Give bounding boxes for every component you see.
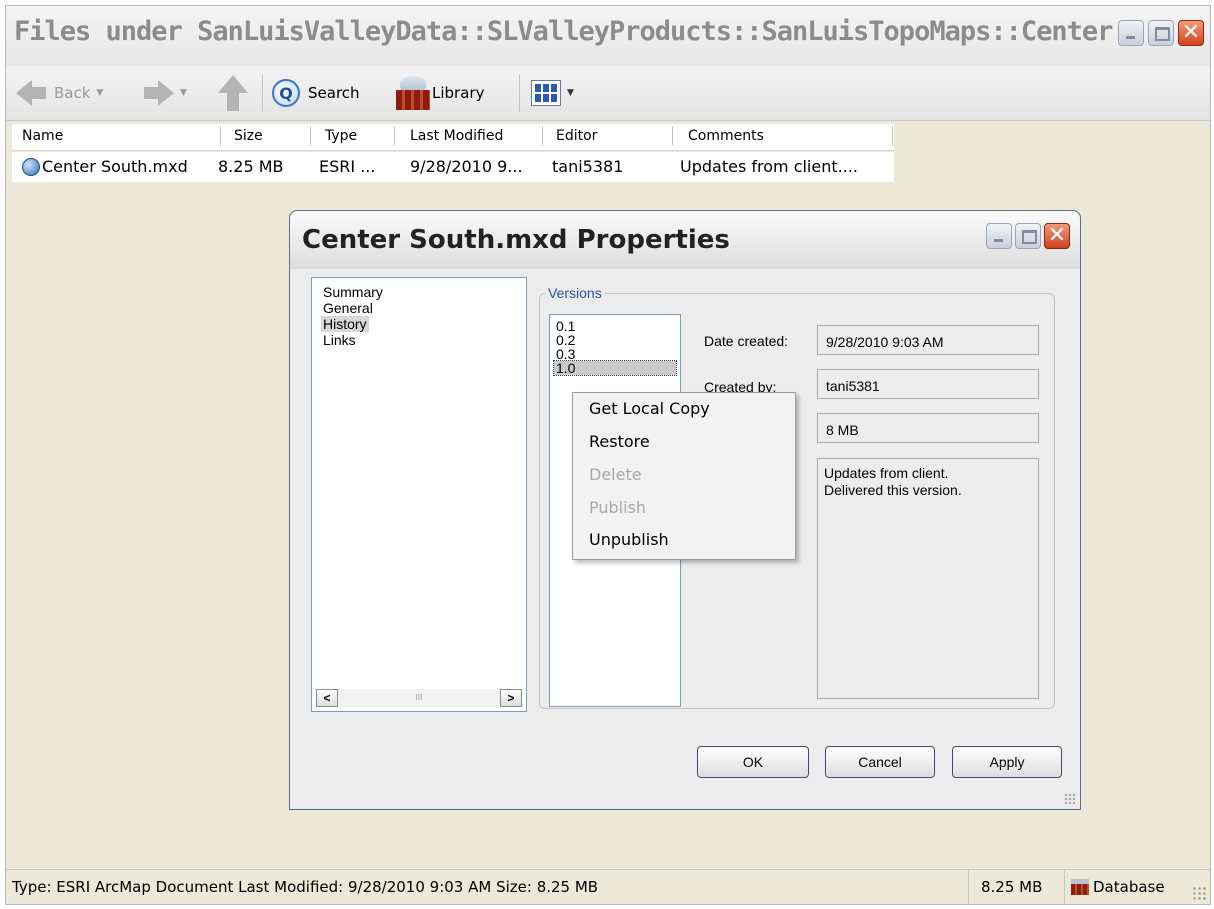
- dialog-close-button[interactable]: ✕: [1044, 223, 1070, 249]
- column-divider[interactable]: [310, 126, 311, 146]
- date-created-label: Date created:: [704, 333, 789, 349]
- forward-arrow-icon: [158, 80, 174, 106]
- dialog-title: Center South.mxd Properties: [302, 225, 730, 255]
- column-header-size[interactable]: Size: [234, 128, 263, 144]
- column-header-comments[interactable]: Comments: [688, 128, 764, 144]
- library-button[interactable]: Library: [396, 66, 484, 120]
- cancel-button[interactable]: Cancel: [825, 746, 935, 778]
- versions-legend: Versions: [546, 285, 604, 301]
- scroll-left-icon[interactable]: <: [316, 689, 338, 707]
- status-text: Type: ESRI ArcMap Document Last Modified…: [12, 878, 599, 896]
- toolbar: Back ▼ ▼ Q Search Library ▼: [6, 66, 1210, 121]
- menu-item-publish[interactable]: Publish: [589, 498, 646, 517]
- properties-nav-list: Summary General History Links < III >: [311, 277, 527, 712]
- dialog-caption-buttons: ✕: [986, 223, 1070, 249]
- column-divider[interactable]: [394, 126, 395, 146]
- resize-grip[interactable]: [1192, 886, 1206, 900]
- maximize-button[interactable]: [1148, 20, 1174, 46]
- created-by-field: tani5381: [817, 369, 1039, 399]
- version-item[interactable]: 0.2: [554, 333, 577, 347]
- status-location-cell: Database: [1064, 870, 1184, 904]
- database-icon: [1071, 879, 1089, 895]
- dialog-resize-grip[interactable]: [1064, 793, 1076, 805]
- back-dropdown-icon[interactable]: ▼: [96, 88, 103, 98]
- column-divider[interactable]: [892, 126, 893, 146]
- apply-button[interactable]: Apply: [952, 746, 1062, 778]
- search-button[interactable]: Q Search: [272, 66, 360, 120]
- ok-button[interactable]: OK: [697, 746, 809, 778]
- close-button[interactable]: ✕: [1178, 20, 1204, 46]
- scroll-thumb[interactable]: III: [378, 689, 460, 707]
- status-size: 8.25 MB: [981, 878, 1043, 896]
- forward-button[interactable]: ▼: [144, 66, 187, 120]
- nav-item-links[interactable]: Links: [321, 332, 358, 348]
- toolbar-separator: [519, 74, 520, 112]
- view-grid-icon: [531, 80, 561, 106]
- back-arrow-icon-body: [32, 87, 46, 99]
- version-context-menu: Get Local Copy Restore Delete Publish Un…: [572, 392, 796, 560]
- map-document-icon: [22, 158, 40, 176]
- table-row[interactable]: Center South.mxd 8.25 MB ESRI ... 9/28/2…: [12, 152, 894, 182]
- cell-type: ESRI ...: [319, 157, 376, 176]
- toolbar-separator: [262, 74, 263, 112]
- window-title: Files under SanLuisValleyData::SLValleyP…: [14, 16, 1174, 47]
- nav-item-history[interactable]: History: [321, 316, 369, 332]
- forward-dropdown-icon[interactable]: ▼: [180, 88, 187, 98]
- view-options-button[interactable]: ▼: [531, 66, 574, 120]
- search-label: Search: [308, 84, 360, 102]
- dialog-titlebar: Center South.mxd Properties ✕: [290, 211, 1080, 269]
- forward-arrow-icon-body: [144, 87, 158, 99]
- status-location: Database: [1093, 878, 1165, 896]
- nav-item-general[interactable]: General: [321, 300, 375, 316]
- menu-item-unpublish[interactable]: Unpublish: [589, 530, 669, 549]
- window-caption-buttons: ✕: [1118, 20, 1204, 46]
- back-arrow-icon: [16, 80, 32, 106]
- file-list-header: Name Size Type Last Modified Editor Comm…: [12, 124, 894, 151]
- column-header-name[interactable]: Name: [22, 128, 63, 144]
- cell-name: Center South.mxd: [42, 157, 188, 176]
- cell-size: 8.25 MB: [218, 157, 284, 176]
- size-field: 8 MB: [817, 413, 1039, 443]
- search-icon: Q: [272, 79, 300, 107]
- version-item[interactable]: 0.3: [554, 347, 577, 361]
- column-divider[interactable]: [220, 126, 221, 146]
- up-arrow-icon-body: [227, 93, 239, 111]
- column-divider[interactable]: [672, 126, 673, 146]
- scroll-right-icon[interactable]: >: [500, 689, 522, 707]
- column-header-last-modified[interactable]: Last Modified: [410, 128, 503, 144]
- column-header-type[interactable]: Type: [325, 128, 357, 144]
- view-dropdown-icon[interactable]: ▼: [567, 88, 574, 98]
- library-icon: [396, 76, 430, 110]
- menu-item-delete[interactable]: Delete: [589, 465, 642, 484]
- column-divider[interactable]: [542, 126, 543, 146]
- dialog-minimize-button[interactable]: [986, 223, 1012, 249]
- version-item-selected[interactable]: 1.0: [553, 360, 677, 376]
- dialog-maximize-button[interactable]: [1015, 223, 1041, 249]
- column-header-editor[interactable]: Editor: [556, 128, 597, 144]
- cell-last-modified: 9/28/2010 9...: [410, 157, 523, 176]
- status-bar: Type: ESRI ArcMap Document Last Modified…: [6, 869, 1210, 904]
- comments-line: Delivered this version.: [824, 482, 962, 498]
- date-created-field: 9/28/2010 9:03 AM: [817, 325, 1039, 355]
- up-arrow-icon: [218, 75, 248, 93]
- nav-horizontal-scrollbar[interactable]: < III >: [316, 689, 522, 707]
- library-label: Library: [432, 84, 485, 102]
- comments-line: Updates from client.: [824, 465, 949, 481]
- window-titlebar: Files under SanLuisValleyData::SLValleyP…: [6, 6, 1210, 70]
- nav-item-summary[interactable]: Summary: [321, 284, 385, 300]
- up-button[interactable]: [218, 66, 248, 120]
- menu-item-restore[interactable]: Restore: [589, 432, 650, 451]
- cell-editor: tani5381: [552, 157, 624, 176]
- version-item[interactable]: 0.1: [554, 319, 577, 333]
- back-button[interactable]: Back ▼: [16, 66, 103, 120]
- cell-comments: Updates from client....: [680, 157, 858, 176]
- status-size-cell: 8.25 MB: [968, 870, 1064, 904]
- comments-field: Updates from client. Delivered this vers…: [817, 458, 1039, 699]
- back-label: Back: [54, 84, 91, 102]
- minimize-button[interactable]: [1118, 20, 1144, 46]
- menu-item-get-local-copy[interactable]: Get Local Copy: [589, 399, 710, 418]
